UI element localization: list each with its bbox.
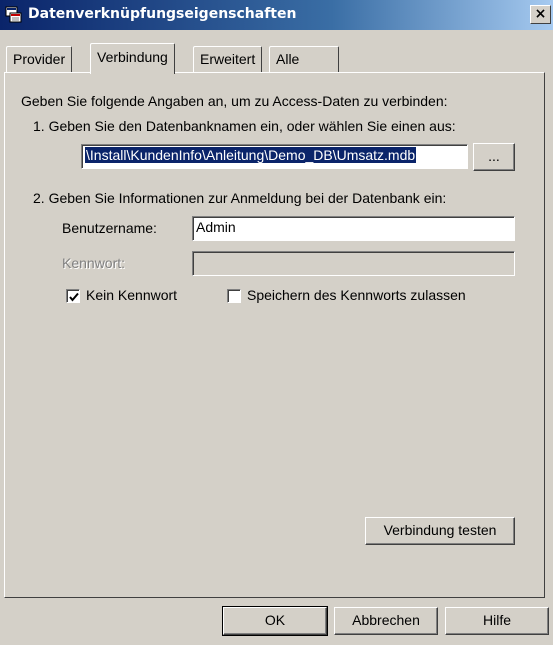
title-bar[interactable]: Datenverknüpfungseigenschaften × (0, 0, 553, 30)
intro-text: Geben Sie folgende Angaben an, um zu Acc… (21, 93, 448, 109)
username-label: Benutzername: (62, 220, 157, 236)
tab-provider[interactable]: Provider (6, 46, 73, 72)
checkmark-icon (69, 292, 79, 302)
username-value: Admin (196, 219, 236, 235)
tab-label: Provider (13, 51, 66, 67)
database-path-value: \Install\KundenInfo\Anleitung\Demo_DB\Um… (85, 147, 417, 163)
save-password-checkbox[interactable] (227, 289, 241, 303)
data-link-icon (5, 6, 22, 23)
no-password-checkbox[interactable] (66, 289, 80, 303)
step1-label: 1. Geben Sie den Datenbanknamen ein, ode… (33, 118, 456, 134)
tab-label: Alle (276, 51, 300, 67)
ok-button[interactable]: OK (222, 606, 328, 636)
window-title: Datenverknüpfungseigenschaften (28, 6, 297, 22)
username-input[interactable]: Admin (192, 216, 515, 241)
connection-tab-panel: Geben Sie folgende Angaben an, um zu Acc… (4, 72, 545, 598)
test-connection-label: Verbindung testen (383, 522, 497, 538)
cancel-button[interactable]: Abbrechen (334, 607, 438, 635)
browse-label: ... (488, 148, 500, 164)
tab-label: Verbindung (97, 49, 168, 65)
close-icon: × (534, 6, 547, 22)
database-path-input[interactable]: \Install\KundenInfo\Anleitung\Demo_DB\Um… (81, 144, 468, 169)
cancel-label: Abbrechen (352, 612, 420, 628)
tab-verbindung[interactable]: Verbindung (90, 43, 175, 74)
password-input[interactable] (192, 251, 515, 276)
ok-label: OK (264, 612, 286, 628)
close-button[interactable]: × (530, 5, 551, 24)
help-button[interactable]: Hilfe (445, 607, 549, 635)
test-connection-button[interactable]: Verbindung testen (365, 517, 515, 545)
password-label: Kennwort: (62, 255, 126, 271)
tab-alle[interactable]: Alle (269, 46, 339, 72)
step2-label: 2. Geben Sie Informationen zur Anmeldung… (33, 190, 447, 206)
dialog-window: Datenverknüpfungseigenschaften × Provide… (0, 0, 553, 645)
tab-label: Erweitert (200, 51, 256, 67)
tab-erweitert[interactable]: Erweitert (193, 46, 263, 72)
no-password-label[interactable]: Kein Kennwort (86, 287, 177, 303)
browse-button[interactable]: ... (473, 143, 515, 171)
save-password-label[interactable]: Speichern des Kennworts zulassen (247, 287, 466, 303)
help-label: Hilfe (482, 612, 511, 628)
